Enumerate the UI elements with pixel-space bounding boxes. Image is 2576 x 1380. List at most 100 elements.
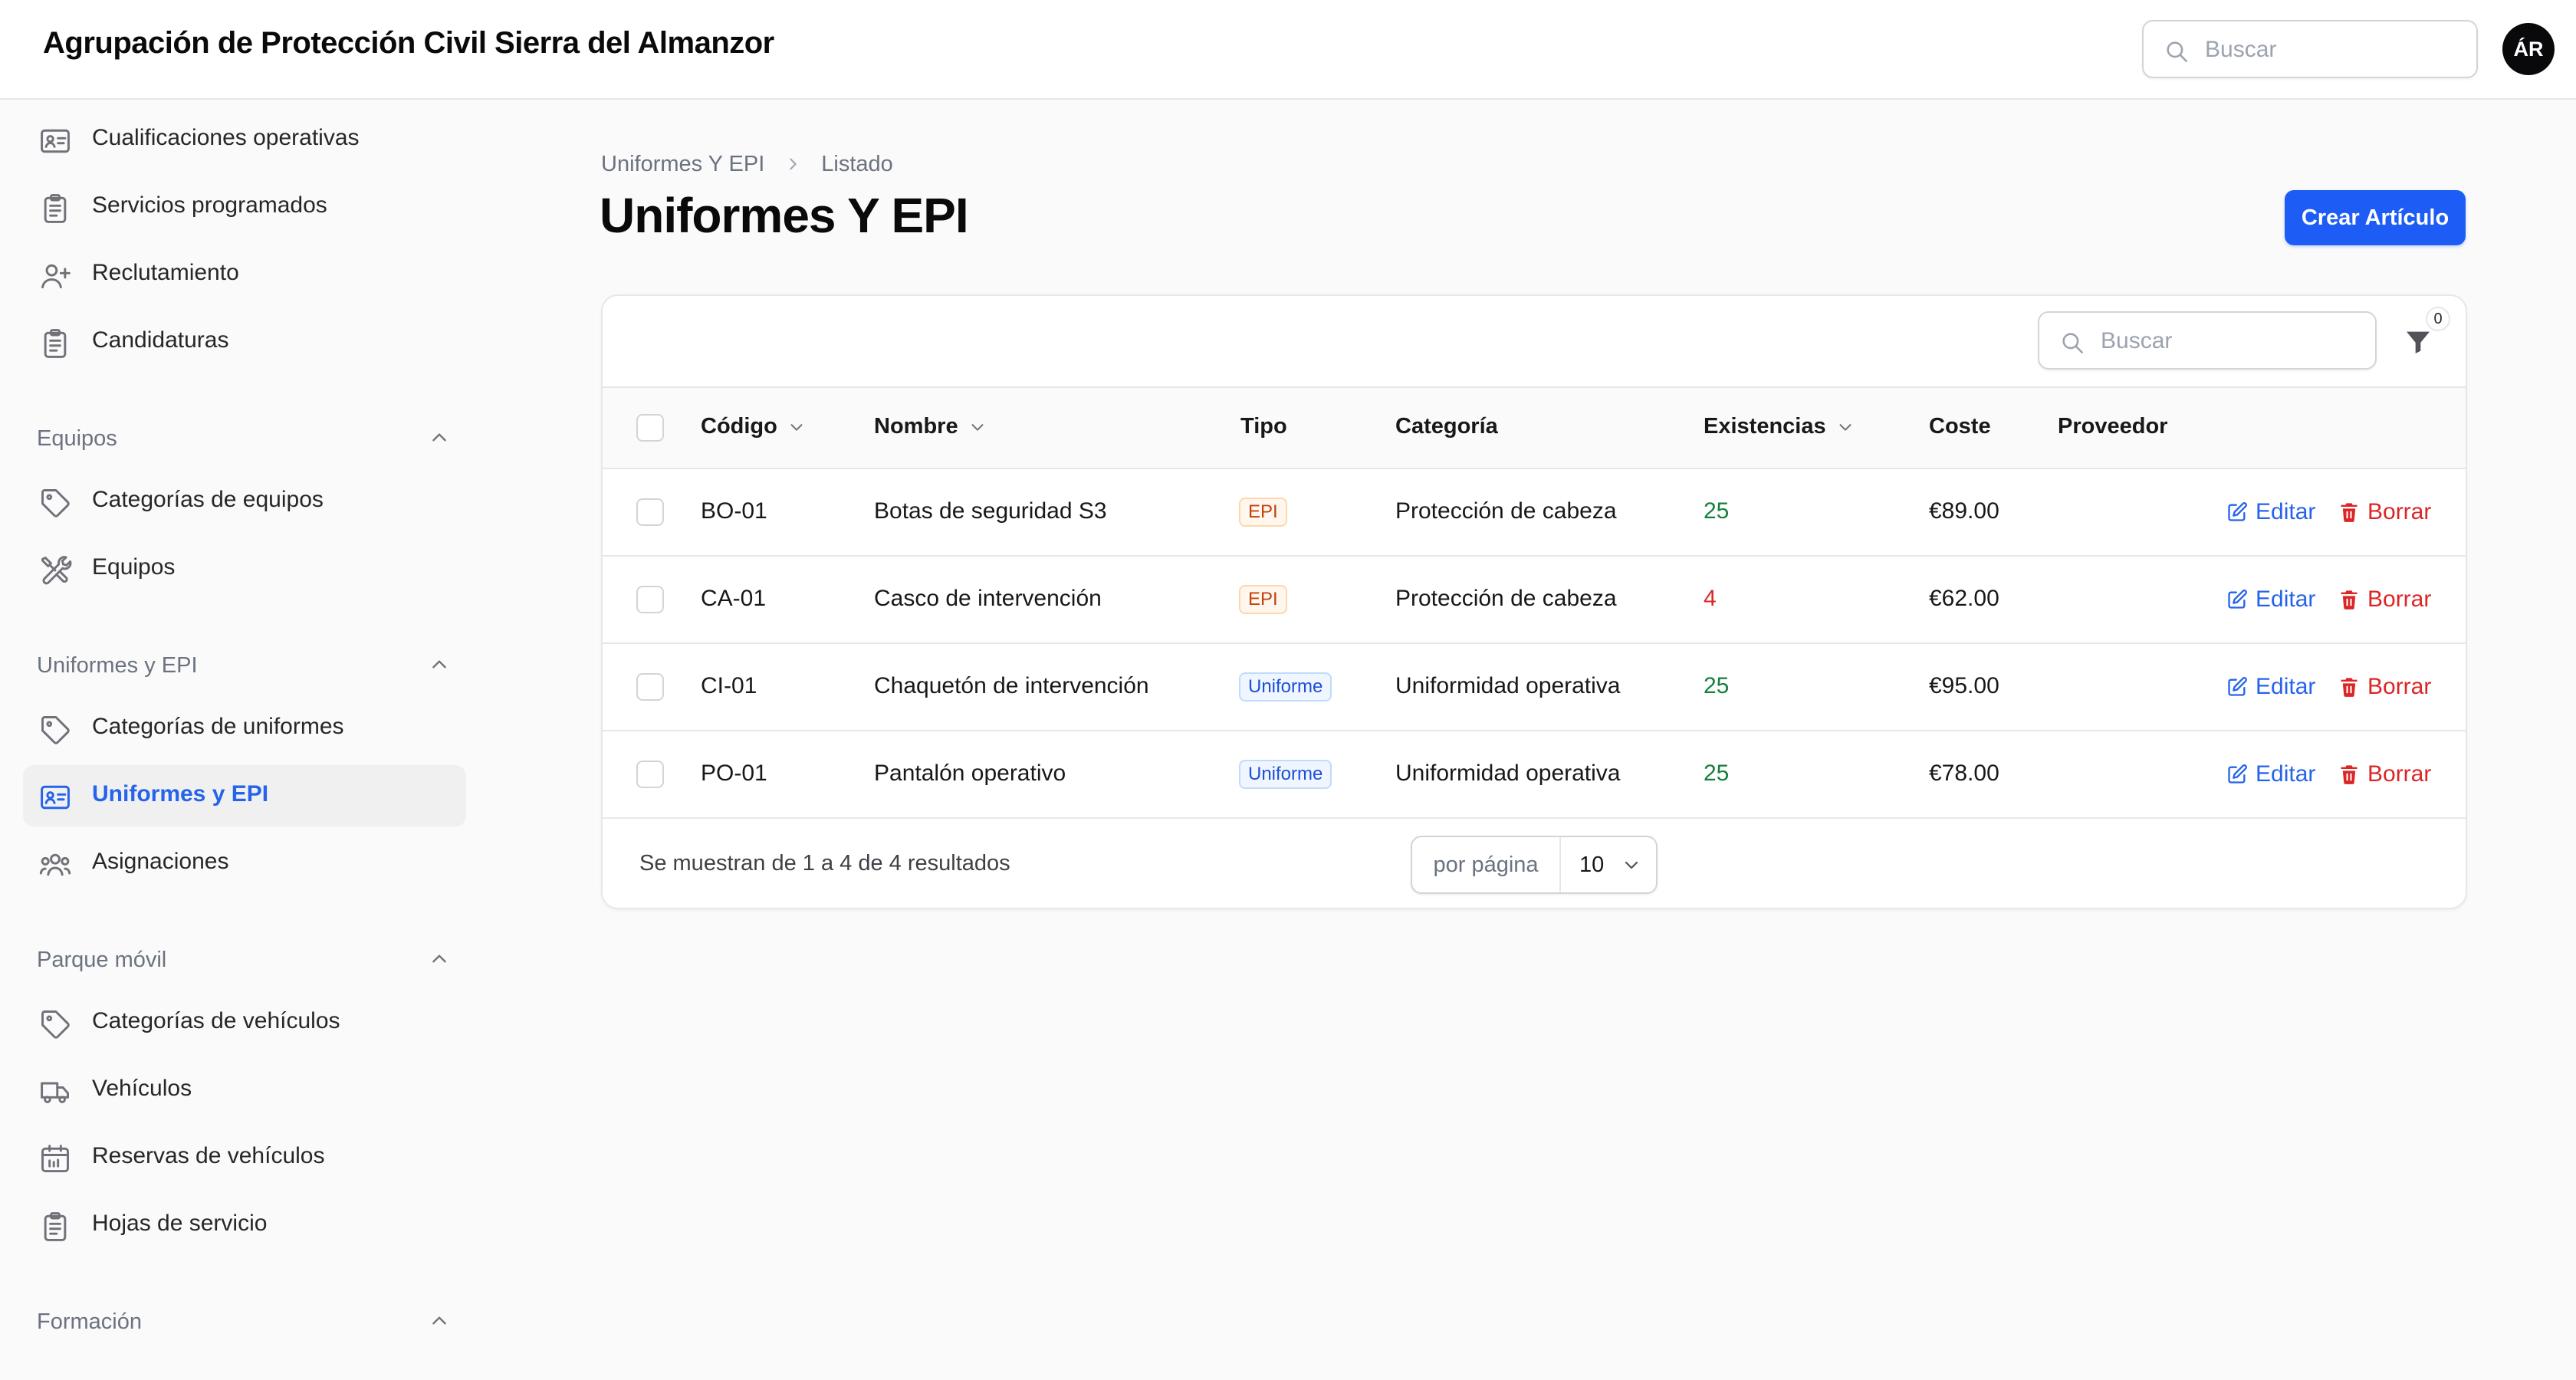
row-checkbox[interactable]	[636, 586, 664, 613]
table-search-input[interactable]	[2101, 322, 2354, 360]
tag-icon	[41, 489, 70, 518]
delete-button[interactable]: Borrar	[2338, 497, 2431, 527]
edit-button[interactable]: Editar	[2226, 584, 2315, 615]
global-search-input[interactable]	[2205, 31, 2458, 69]
chevron-up-icon[interactable]	[429, 1311, 449, 1331]
cell-categoria: Protección de cabeza	[1395, 498, 1617, 524]
breadcrumb-current: Listado	[821, 151, 893, 176]
breadcrumb-link-uniformes[interactable]: Uniformes Y EPI	[601, 152, 764, 177]
wrench-screwdriver-icon	[41, 556, 72, 585]
table-search[interactable]	[2038, 311, 2377, 370]
edit-button[interactable]: Editar	[2226, 672, 2315, 702]
cell-codigo: PO-01	[701, 761, 767, 786]
row-checkbox[interactable]	[636, 498, 664, 526]
sidebar-item-label: Categorías de uniformes	[92, 714, 344, 739]
search-icon	[2062, 333, 2084, 354]
delete-button-label: Borrar	[2367, 499, 2432, 524]
cell-categoria: Uniformidad operativa	[1395, 761, 1621, 786]
sidebar-item-label: Cualificaciones operativas	[92, 125, 360, 150]
sidebar-group-formacion[interactable]: Formación	[37, 1303, 458, 1342]
tag-icon	[41, 716, 70, 744]
sidebar-item-asignaciones[interactable]: Asignaciones	[23, 833, 466, 894]
sidebar-item-categorias-de-uniformes[interactable]: Categorías de uniformes	[23, 698, 466, 759]
trash-icon	[2341, 678, 2358, 697]
column-header-existencias[interactable]: Existencias	[1704, 414, 1854, 439]
sidebar-item-label: Reclutamiento	[92, 260, 239, 285]
sidebar-item-label: Candidaturas	[92, 327, 229, 353]
global-search[interactable]	[2142, 20, 2478, 78]
cell-existencias: 25	[1704, 761, 1730, 786]
sidebar-item-reclutamiento[interactable]: Reclutamiento	[23, 244, 466, 305]
tag-icon	[41, 1010, 70, 1039]
column-header-codigo-label: Código	[701, 414, 777, 439]
column-header-tipo: Tipo	[1240, 414, 1287, 439]
delete-button[interactable]: Borrar	[2338, 584, 2431, 615]
cell-codigo: CI-01	[701, 673, 757, 698]
sidebar-item-candidaturas[interactable]: Candidaturas	[23, 311, 466, 373]
breadcrumb: Uniformes Y EPI Listado	[601, 149, 893, 179]
type-badge: EPI	[1239, 585, 1287, 614]
per-page-label: por página	[1412, 837, 1561, 892]
user-group-icon	[39, 853, 71, 876]
app-title: Agrupación de Protección Civil Sierra de…	[43, 26, 774, 60]
sidebar-item-vehiculos[interactable]: Vehículos	[23, 1060, 466, 1121]
create-article-button[interactable]: Crear Artículo	[2285, 190, 2466, 245]
column-header-existencias-label: Existencias	[1704, 414, 1826, 439]
clipboard-icon	[44, 329, 67, 358]
sidebar-group-equipos[interactable]: Equipos	[37, 420, 458, 458]
column-header-proveedor: Proveedor	[2058, 414, 2167, 439]
sidebar: Cualificaciones operativas Servicios prog…	[0, 100, 491, 1380]
edit-button[interactable]: Editar	[2226, 759, 2315, 790]
column-header-nombre[interactable]: Nombre	[874, 414, 986, 439]
column-header-categoria-label: Categoría	[1395, 414, 1498, 439]
delete-button[interactable]: Borrar	[2338, 759, 2431, 790]
chevron-up-icon[interactable]	[429, 949, 449, 969]
sidebar-item-uniformes-y-epi[interactable]: Uniformes y EPI	[23, 765, 466, 826]
sidebar-item-equipos[interactable]: Equipos	[23, 538, 466, 600]
chevron-up-icon[interactable]	[429, 655, 449, 675]
user-plus-icon	[41, 264, 71, 289]
sidebar-item-label: Hojas de servicio	[92, 1211, 268, 1236]
cell-nombre: Pantalón operativo	[874, 761, 1066, 786]
funnel-icon	[2407, 331, 2430, 353]
table-row: PO-01 Pantalón operativo Uniforme Unifor…	[603, 731, 2466, 819]
cell-nombre: Casco de intervención	[874, 586, 1102, 611]
sidebar-item-servicios-programados[interactable]: Servicios programados	[23, 176, 466, 238]
sidebar-item-reservas-de-vehiculos[interactable]: Reservas de vehículos	[23, 1127, 466, 1188]
row-checkbox[interactable]	[636, 673, 664, 701]
chevron-down-icon	[790, 423, 803, 431]
pagination-summary: Se muestran de 1 a 4 de 4 resultados	[639, 851, 1010, 876]
sidebar-item-categorias-de-equipos[interactable]: Categorías de equipos	[23, 471, 466, 532]
cell-nombre: Chaquetón de intervención	[874, 673, 1149, 698]
trash-icon	[2341, 765, 2358, 784]
column-header-proveedor-label: Proveedor	[2058, 414, 2168, 439]
sidebar-group-parque-movil[interactable]: Parque móvil	[37, 941, 458, 980]
cell-coste: €62.00	[1929, 586, 1999, 611]
chevron-down-icon	[1625, 861, 1638, 869]
table-row: CA-01 Casco de intervención EPI Protecci…	[603, 557, 2466, 644]
sidebar-group-label: Formación	[37, 1309, 142, 1334]
column-header-nombre-label: Nombre	[874, 414, 958, 439]
per-page-value: 10	[1579, 853, 1605, 877]
select-all-checkbox[interactable]	[636, 414, 664, 442]
delete-button-label: Borrar	[2367, 761, 2432, 787]
sidebar-item-categorias-de-vehiculos[interactable]: Categorías de vehículos	[23, 992, 466, 1053]
edit-button[interactable]: Editar	[2226, 497, 2315, 527]
row-checkbox[interactable]	[636, 761, 664, 788]
cell-coste: €95.00	[1929, 673, 1999, 698]
cell-categoria: Protección de cabeza	[1395, 586, 1617, 611]
per-page-select[interactable]: 10	[1562, 837, 1656, 892]
chevron-up-icon[interactable]	[429, 428, 449, 448]
sidebar-group-uniformes-y-epi[interactable]: Uniformes y EPI	[37, 647, 458, 685]
delete-button[interactable]: Borrar	[2338, 672, 2431, 702]
sidebar-item-hojas-de-servicio[interactable]: Hojas de servicio	[23, 1194, 466, 1256]
column-header-categoria: Categoría	[1395, 414, 1498, 439]
clipboard-icon	[44, 194, 67, 223]
sidebar-item-label: Servicios programados	[92, 192, 327, 218]
topbar: Agrupación de Protección Civil Sierra de…	[0, 0, 2576, 100]
avatar[interactable]: ÁR	[2502, 23, 2555, 75]
chevron-down-icon	[1839, 423, 1852, 431]
cell-existencias: 25	[1704, 498, 1730, 524]
column-header-codigo[interactable]: Código	[701, 414, 805, 439]
sidebar-item-cualificaciones-operativas[interactable]: Cualificaciones operativas	[23, 109, 466, 170]
